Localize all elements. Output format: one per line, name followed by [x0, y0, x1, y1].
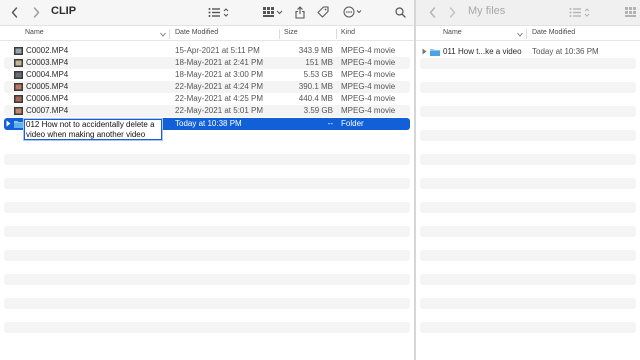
forward-chevron-icon[interactable]	[30, 4, 42, 20]
video-file-icon	[14, 71, 23, 79]
list-item[interactable]: C0005.MP4 22-May-2021 at 4:24 PM 390.1 M…	[4, 81, 410, 93]
list-item[interactable]: C0002.MP4 15-Apr-2021 at 5:11 PM 343.9 M…	[4, 45, 410, 57]
tag-icon[interactable]	[316, 4, 330, 20]
rename-field[interactable]: 012 How not to accidentally delete a vid…	[24, 119, 162, 140]
sort-chevron-icon	[160, 30, 166, 39]
list-view-icon[interactable]	[568, 4, 592, 20]
disclosure-triangle-icon[interactable]	[422, 48, 427, 57]
video-file-icon	[14, 47, 23, 55]
column-size[interactable]: Size	[284, 29, 298, 36]
list-item[interactable]: C0004.MP4 18-May-2021 at 3:00 PM 5.53 GB…	[4, 69, 410, 81]
column-header: Name Date Modified	[416, 27, 640, 41]
column-name[interactable]: Name	[443, 29, 462, 36]
column-separator	[526, 29, 527, 39]
list-item[interactable]: 011 How t...ke a video Today at 10:36 PM	[420, 46, 636, 58]
right-finder-window: My files Name Date Modified 011 How t...…	[416, 0, 640, 360]
grid-view-icon[interactable]	[262, 4, 284, 20]
video-file-icon	[14, 59, 23, 67]
column-separator	[169, 29, 170, 39]
toolbar: CLIP	[0, 0, 414, 26]
column-header: Name Date Modified Size Kind	[0, 27, 414, 41]
column-date[interactable]: Date Modified	[175, 29, 218, 36]
back-chevron-icon[interactable]	[426, 4, 438, 20]
video-file-icon	[14, 83, 23, 91]
column-name[interactable]: Name	[25, 29, 44, 36]
list-item[interactable]: C0006.MP4 22-May-2021 at 4:25 PM 440.4 M…	[4, 93, 410, 105]
folder-icon	[14, 120, 24, 128]
forward-chevron-icon[interactable]	[446, 4, 458, 20]
left-finder-window: CLIP Name Date Modified Size Kind C0002.…	[0, 0, 414, 360]
column-date[interactable]: Date Modified	[532, 29, 575, 36]
folder-icon	[430, 48, 440, 56]
grid-view-icon[interactable]	[623, 4, 637, 20]
column-kind[interactable]: Kind	[341, 29, 355, 36]
window-title: My files	[468, 5, 506, 17]
disclosure-triangle-icon[interactable]	[6, 120, 11, 129]
toolbar: My files	[416, 0, 640, 26]
back-chevron-icon[interactable]	[8, 4, 20, 20]
list-item[interactable]: C0007.MP4 22-May-2021 at 5:01 PM 3.59 GB…	[4, 105, 410, 117]
sort-chevron-icon	[517, 30, 523, 39]
video-file-icon	[14, 107, 23, 115]
column-separator	[336, 29, 337, 39]
list-view-icon[interactable]	[207, 4, 231, 20]
search-icon[interactable]	[393, 4, 407, 20]
column-separator	[279, 29, 280, 39]
list-item[interactable]: C0003.MP4 18-May-2021 at 2:41 PM 151 MB …	[4, 57, 410, 69]
video-file-icon	[14, 95, 23, 103]
more-icon[interactable]	[342, 4, 364, 20]
share-icon[interactable]	[293, 4, 307, 20]
window-title: CLIP	[51, 5, 77, 17]
